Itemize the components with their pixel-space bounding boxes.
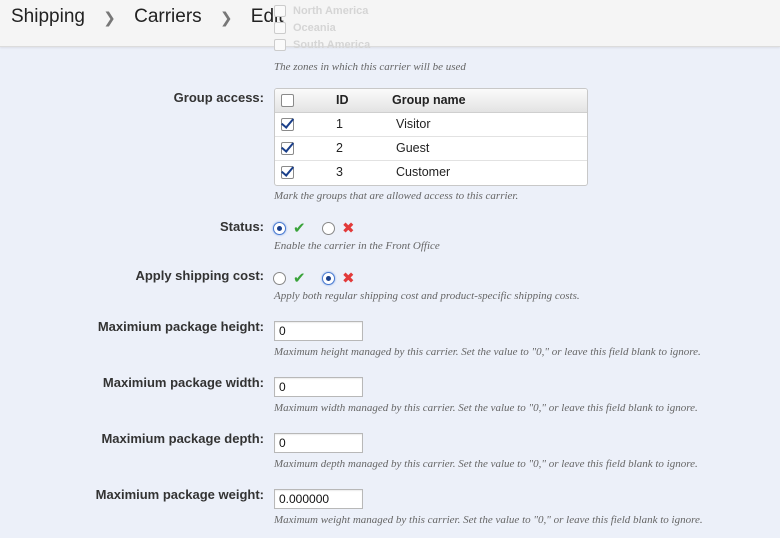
cross-icon: ✖ <box>342 270 355 287</box>
checkbox-icon <box>274 5 286 18</box>
apply-shipping-cost-label: Apply shipping cost: <box>135 268 264 283</box>
page-header: Shipping ❯ Carriers ❯ Edit <box>0 0 780 47</box>
breadcrumb-shipping[interactable]: Shipping <box>11 6 85 27</box>
checkbox-icon <box>274 39 286 52</box>
max-depth-help: Maximum depth managed by this carrier. S… <box>274 458 698 470</box>
zone-item[interactable]: North America <box>274 4 370 21</box>
check-icon: ✔ <box>293 270 306 287</box>
max-height-label: Maximium package height: <box>97 319 264 334</box>
group-checkbox-guest[interactable] <box>281 142 294 155</box>
max-depth-label: Maximium package depth: <box>101 431 264 446</box>
apply-cost-yes-radio[interactable] <box>273 272 286 285</box>
max-weight-help: Maximum weight managed by this carrier. … <box>274 514 703 526</box>
group-id: 2 <box>336 141 343 155</box>
group-checkbox-customer[interactable] <box>281 166 294 179</box>
group-access-label: Group access: <box>173 90 264 105</box>
apply-shipping-cost-help: Apply both regular shipping cost and pro… <box>274 290 580 302</box>
status-no-radio[interactable] <box>322 222 335 235</box>
max-weight-label: Maximium package weight: <box>95 487 264 502</box>
breadcrumb-carriers[interactable]: Carriers <box>134 6 202 27</box>
group-checkbox-visitor[interactable] <box>281 118 294 131</box>
max-width-input[interactable] <box>274 377 363 397</box>
max-height-help: Maximum height managed by this carrier. … <box>274 346 701 358</box>
status-help: Enable the carrier in the Front Office <box>274 240 440 252</box>
zone-item[interactable]: South America <box>274 38 370 55</box>
max-width-help: Maximum width managed by this carrier. S… <box>274 402 698 414</box>
group-id: 3 <box>336 165 343 179</box>
zone-item[interactable]: Oceania <box>274 21 370 38</box>
status-label: Status: <box>219 219 264 234</box>
status-yes-radio[interactable] <box>273 222 286 235</box>
group-access-table: ID Group name 1 Visitor 2 Guest 3 Custom… <box>274 88 588 186</box>
group-id: 1 <box>336 117 343 131</box>
cross-icon: ✖ <box>342 220 355 237</box>
carrier-edit-page: North America Oceania South America Ship… <box>0 0 780 538</box>
max-width-label: Maximium package width: <box>102 375 264 390</box>
zones-help: The zones in which this carrier will be … <box>274 61 466 73</box>
column-group-name: Group name <box>392 93 466 107</box>
table-row: 2 Guest <box>275 137 587 161</box>
apply-cost-no-radio[interactable] <box>322 272 335 285</box>
max-depth-input[interactable] <box>274 433 363 453</box>
max-weight-input[interactable] <box>274 489 363 509</box>
chevron-right-icon: ❯ <box>103 10 116 27</box>
table-row: 3 Customer <box>275 161 587 184</box>
chevron-right-icon: ❯ <box>219 10 233 27</box>
group-name: Visitor <box>396 117 431 131</box>
zone-list: North America Oceania South America <box>274 4 370 55</box>
check-icon: ✔ <box>293 220 306 237</box>
group-name: Guest <box>396 141 430 155</box>
group-access-help: Mark the groups that are allowed access … <box>274 190 519 202</box>
checkbox-icon <box>274 22 286 35</box>
max-height-input[interactable] <box>274 321 363 341</box>
select-all-checkbox[interactable] <box>281 94 294 107</box>
breadcrumb: Shipping ❯ Carriers ❯ Edit <box>11 6 284 28</box>
table-row: 1 Visitor <box>275 113 587 137</box>
table-header: ID Group name <box>275 89 587 113</box>
column-id: ID <box>336 93 349 107</box>
group-name: Customer <box>396 165 451 179</box>
